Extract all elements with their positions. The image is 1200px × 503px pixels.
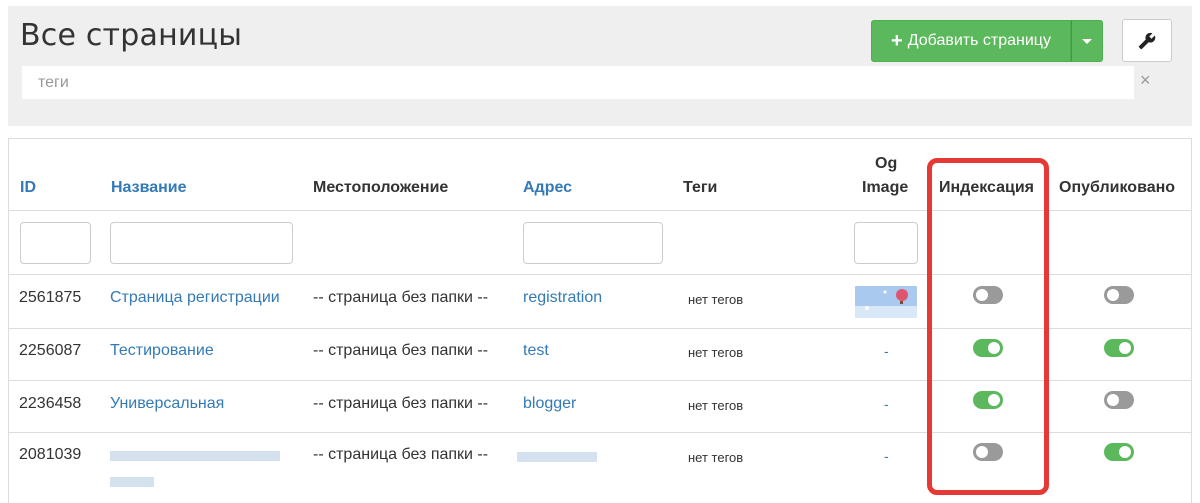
- column-header-address[interactable]: Адрес: [523, 179, 572, 197]
- close-icon[interactable]: ×: [1140, 70, 1151, 91]
- row-address-link[interactable]: blogger: [523, 395, 576, 413]
- row-og-image: -: [884, 343, 889, 359]
- wrench-icon: [1138, 32, 1156, 49]
- published-toggle[interactable]: [1104, 286, 1134, 304]
- row-tags: нет тегов: [688, 292, 744, 307]
- pages-table: ID Название Местоположение Адрес Теги Og…: [8, 138, 1192, 503]
- row-id: 2081039: [19, 446, 82, 463]
- og-image-filter-input[interactable]: [854, 222, 918, 264]
- row-name-link[interactable]: Тестирование: [110, 342, 214, 360]
- row-location: -- страница без папки --: [313, 289, 489, 306]
- column-header-og-line1: Og: [875, 155, 898, 172]
- row-id: 2236458: [19, 395, 82, 412]
- add-page-button-label: Добавить страницу: [907, 32, 1051, 49]
- row-divider: [9, 432, 1191, 433]
- column-header-published: Опубликовано: [1059, 179, 1176, 196]
- row-id: 2256087: [19, 342, 82, 359]
- row-address-link[interactable]: registration: [523, 289, 602, 307]
- indexing-toggle[interactable]: [973, 286, 1003, 304]
- tags-filter-input[interactable]: [22, 66, 1134, 99]
- row-name-link[interactable]: Универсальная: [110, 395, 224, 413]
- page-header: Все страницы + Добавить страницу ×: [8, 6, 1192, 126]
- row-location: -- страница без папки --: [313, 342, 489, 359]
- og-image-thumbnail: [855, 286, 917, 318]
- row-divider: [9, 380, 1191, 381]
- id-filter-input[interactable]: [20, 222, 91, 264]
- row-name-link[interactable]: Страница регистрации: [110, 289, 280, 307]
- filter-divider: [9, 274, 1191, 275]
- header-divider: [9, 210, 1191, 211]
- published-toggle[interactable]: [1104, 391, 1134, 409]
- indexing-toggle[interactable]: [973, 391, 1003, 409]
- column-header-og-line2: Image: [862, 179, 909, 196]
- address-filter-input[interactable]: [523, 222, 663, 264]
- published-toggle[interactable]: [1104, 443, 1134, 461]
- row-location: -- страница без папки --: [313, 446, 489, 463]
- caret-down-icon: [1082, 38, 1092, 44]
- row-id: 2561875: [19, 289, 82, 306]
- column-header-location: Местоположение: [313, 179, 449, 196]
- indexing-toggle[interactable]: [973, 443, 1003, 461]
- add-page-button-group: + Добавить страницу: [871, 20, 1103, 62]
- row-address-link[interactable]: test: [523, 342, 549, 360]
- indexing-toggle[interactable]: [973, 339, 1003, 357]
- row-og-image: -: [884, 396, 889, 412]
- page-title: Все страницы: [20, 18, 243, 53]
- name-filter-input[interactable]: [110, 222, 293, 264]
- row-tags: нет тегов: [688, 345, 744, 360]
- column-header-indexing: Индексация: [939, 179, 1035, 196]
- row-tags: нет тегов: [688, 398, 744, 413]
- settings-button[interactable]: [1122, 19, 1172, 62]
- row-og-image: -: [884, 448, 889, 464]
- add-page-button[interactable]: + Добавить страницу: [871, 20, 1071, 62]
- add-page-dropdown-toggle[interactable]: [1071, 20, 1103, 62]
- column-header-id[interactable]: ID: [20, 179, 36, 197]
- row-tags: нет тегов: [688, 450, 744, 465]
- row-location: -- страница без папки --: [313, 395, 489, 412]
- column-header-tags: Теги: [683, 179, 718, 196]
- published-toggle[interactable]: [1104, 339, 1134, 357]
- plus-icon: +: [891, 30, 903, 52]
- row-divider: [9, 328, 1191, 329]
- column-header-name[interactable]: Название: [111, 179, 187, 197]
